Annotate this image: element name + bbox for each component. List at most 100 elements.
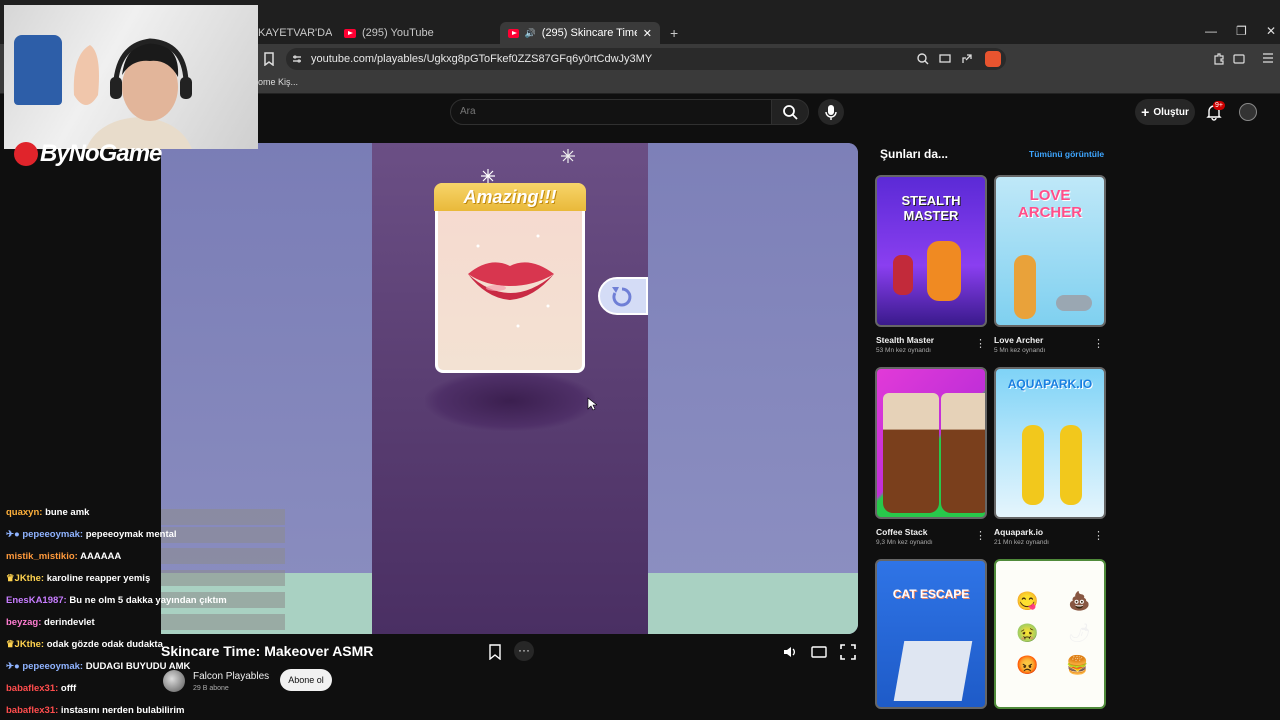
chat-message: mistik_mistikio: AAAAAA xyxy=(6,551,121,562)
more-vert-icon[interactable]: ⋮ xyxy=(975,529,986,542)
wallet-icon[interactable] xyxy=(1232,52,1246,66)
related-heading: Şunları da... xyxy=(880,147,949,161)
emoji-poop-icon: 💩 xyxy=(1068,591,1091,611)
thumbnail-art-text: CAT ESCAPE xyxy=(892,587,970,601)
chat-message: EnesKA1987: Bu ne olm 5 dakka yayından ç… xyxy=(6,595,227,606)
chat-message: ✈● pepeeoymak: DUDAGI BUYUDU AMK xyxy=(6,661,190,672)
chat-text: instasını nerden bulabilirim xyxy=(60,705,185,716)
tab-skincare-time[interactable]: 🔊 (295) Skincare Time: Makeove ✕ xyxy=(500,22,660,44)
streamer-webcam xyxy=(4,5,258,149)
search-button[interactable] xyxy=(771,99,809,125)
emoji-smile-icon: 😋 xyxy=(1016,591,1039,611)
play-count: 21 Mn kez oynandı xyxy=(994,539,1049,546)
fullscreen-icon[interactable] xyxy=(840,644,856,660)
playable-title[interactable]: Love Archer xyxy=(994,335,1043,345)
brave-shield-icon[interactable] xyxy=(985,51,1001,67)
channel-avatar[interactable] xyxy=(163,670,185,692)
coffee-cup xyxy=(883,393,939,513)
speaker-icon: 🔊 xyxy=(524,27,536,38)
close-window-icon[interactable]: ✕ xyxy=(1266,24,1276,38)
character-figure xyxy=(1060,425,1082,505)
character-figure xyxy=(1022,425,1044,505)
chat-user: babaflex31: xyxy=(6,683,59,694)
chat-message: ♛JKthe: odak gözde odak dudakta xyxy=(6,639,163,650)
playable-thumbnail-aquapark[interactable]: AQUAPARK.IO xyxy=(994,367,1106,519)
snowflake-icon xyxy=(561,149,575,163)
chat-overlay-bar xyxy=(161,527,285,543)
youtube-icon xyxy=(344,28,356,38)
subscriber-count: 29 B abone xyxy=(193,685,229,692)
create-button[interactable]: + Oluştur xyxy=(1135,99,1195,125)
thumbnail-art-text: AQUAPARK.IO xyxy=(1007,377,1093,391)
mug xyxy=(14,35,62,105)
chat-message: ✈● pepeeoymak: pepeeoymak mental xyxy=(6,529,177,540)
search-input[interactable] xyxy=(450,99,772,125)
site-settings-icon[interactable] xyxy=(291,53,303,65)
youtube-icon xyxy=(508,28,519,38)
subscribe-button[interactable]: Abone ol xyxy=(280,669,332,691)
plus-icon: + xyxy=(1141,104,1150,120)
minimize-icon[interactable]: — xyxy=(1205,24,1217,38)
playable-thumbnail-coffee-stack[interactable] xyxy=(875,367,987,519)
save-icon[interactable] xyxy=(488,644,502,660)
chat-text: karoline reapper yemiş xyxy=(46,573,151,584)
close-tab-icon[interactable]: ✕ xyxy=(643,27,652,40)
chat-user: babaflex31: xyxy=(6,705,59,716)
restart-icon xyxy=(612,287,632,307)
playable-title[interactable]: Stealth Master xyxy=(876,335,934,345)
character-figure xyxy=(1014,255,1036,319)
voice-search-button[interactable] xyxy=(818,99,844,125)
amazing-banner: Amazing!!! xyxy=(434,183,586,211)
tab-label: (295) YouTube xyxy=(362,27,434,39)
chat-text: Bu ne olm 5 dakka yayından çıktım xyxy=(69,595,227,606)
new-tab-button[interactable]: + xyxy=(670,22,682,44)
account-avatar[interactable] xyxy=(1239,103,1257,121)
playable-thumbnail-emoji-match[interactable]: 😋 💩 🤢 🌶 😡 🍔 xyxy=(994,559,1106,709)
chat-user: EnesKA1987: xyxy=(6,595,67,606)
chat-user: pepeeoymak: xyxy=(22,661,84,672)
notification-count-badge: 9+ xyxy=(1213,101,1225,110)
restore-icon[interactable]: ❐ xyxy=(1236,24,1247,38)
more-options-button[interactable]: ··· xyxy=(514,641,534,661)
extensions-icon[interactable] xyxy=(1212,52,1226,66)
share-icon[interactable] xyxy=(961,53,973,65)
bookmark-page-icon[interactable] xyxy=(263,52,275,66)
playable-thumbnail-love-archer[interactable]: LOVE ARCHER xyxy=(994,175,1106,327)
tab-youtube[interactable]: (295) YouTube xyxy=(344,22,484,44)
crown-icon: ♛ xyxy=(6,573,15,584)
playable-title[interactable]: Aquapark.io xyxy=(994,527,1043,537)
coffee-cup xyxy=(941,393,985,513)
playable-thumbnail-stealth-master[interactable]: STEALTH MASTER xyxy=(875,175,987,327)
microphone-icon xyxy=(825,105,837,120)
chat-text: AAAAAA xyxy=(80,551,122,562)
chat-message: ♛JKthe: karoline reapper yemiş xyxy=(6,573,150,584)
crown-icon: ♛ xyxy=(6,639,15,650)
chat-badge-icon: ✈● xyxy=(6,529,20,540)
playable-thumbnail-cat-escape[interactable]: CAT ESCAPE xyxy=(875,559,987,709)
menu-icon[interactable] xyxy=(1262,52,1274,64)
guard-figure xyxy=(893,255,913,295)
tab-kayetvar[interactable]: KAYETVAR'DA SIRA xyxy=(258,22,332,44)
restart-button[interactable] xyxy=(598,277,648,315)
more-vert-icon[interactable]: ⋮ xyxy=(1093,337,1104,350)
create-label: Oluştur xyxy=(1153,106,1189,118)
thumbnail-art-text: LOVE ARCHER xyxy=(1017,187,1083,221)
more-vert-icon[interactable]: ⋮ xyxy=(975,337,986,350)
more-vert-icon[interactable]: ⋮ xyxy=(1093,529,1104,542)
channel-name[interactable]: Falcon Playables xyxy=(193,671,269,682)
view-all-link[interactable]: Tümünü görüntüle xyxy=(1029,149,1104,159)
volume-icon[interactable] xyxy=(782,644,798,660)
zoom-icon[interactable] xyxy=(917,53,929,65)
chat-overlay-bar xyxy=(161,570,285,586)
lips-illustration xyxy=(468,234,554,328)
bookmark-item[interactable]: ome Kiş... xyxy=(258,77,298,87)
playable-title[interactable]: Coffee Stack xyxy=(876,527,928,537)
chat-user: JKthe: xyxy=(14,573,45,584)
cast-icon[interactable] xyxy=(939,53,951,65)
chat-text: bune amk xyxy=(45,507,90,518)
play-count: 5 Mn kez oynandı xyxy=(994,347,1046,354)
chat-user: JKthe: xyxy=(14,639,45,650)
url-text: youtube.com/playables/Ugkxg8pGToFkef0ZZS… xyxy=(311,53,653,65)
chat-user: beyzag: xyxy=(6,617,42,628)
theater-mode-icon[interactable] xyxy=(811,644,827,660)
